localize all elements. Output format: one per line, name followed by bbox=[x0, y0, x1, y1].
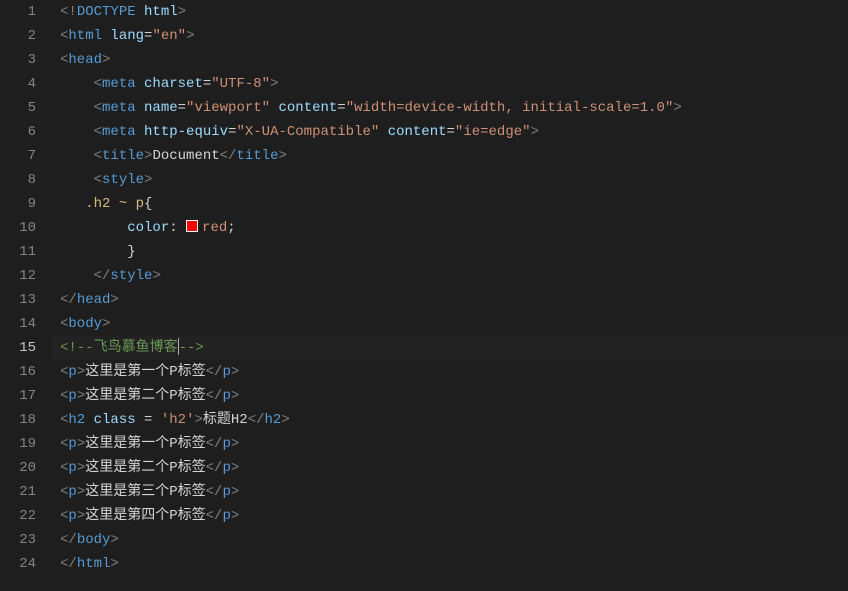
code-line[interactable]: .h2 ~ p{ bbox=[60, 192, 848, 216]
code-line[interactable]: <title>Document</title> bbox=[60, 144, 848, 168]
line-number: 21 bbox=[0, 480, 36, 504]
code-line[interactable]: <html lang="en"> bbox=[60, 24, 848, 48]
code-area[interactable]: <!DOCTYPE html> <html lang="en"> <head> … bbox=[52, 0, 848, 591]
code-line[interactable]: <meta http-equiv="X-UA-Compatible" conte… bbox=[60, 120, 848, 144]
code-line[interactable]: <body> bbox=[60, 312, 848, 336]
code-line[interactable]: </body> bbox=[60, 528, 848, 552]
code-line[interactable]: <style> bbox=[60, 168, 848, 192]
line-number: 19 bbox=[0, 432, 36, 456]
code-line[interactable]: <h2 class = 'h2'>标题H2</h2> bbox=[60, 408, 848, 432]
code-line[interactable]: <p>这里是第三个P标签</p> bbox=[60, 480, 848, 504]
line-number: 4 bbox=[0, 72, 36, 96]
line-number: 16 bbox=[0, 360, 36, 384]
line-number: 9 bbox=[0, 192, 36, 216]
code-line[interactable]: </style> bbox=[60, 264, 848, 288]
code-line[interactable]: <p>这里是第二个P标签</p> bbox=[60, 384, 848, 408]
code-editor[interactable]: 123456789101112131415161718192021222324 … bbox=[0, 0, 848, 591]
line-number: 13 bbox=[0, 288, 36, 312]
code-line[interactable]: color: red; bbox=[60, 216, 848, 240]
line-number: 23 bbox=[0, 528, 36, 552]
code-line[interactable]: } bbox=[60, 240, 848, 264]
line-number: 12 bbox=[0, 264, 36, 288]
code-line[interactable]: <meta name="viewport" content="width=dev… bbox=[60, 96, 848, 120]
line-number: 22 bbox=[0, 504, 36, 528]
line-number: 10 bbox=[0, 216, 36, 240]
line-number: 17 bbox=[0, 384, 36, 408]
text-cursor bbox=[178, 338, 179, 355]
line-number: 3 bbox=[0, 48, 36, 72]
code-line[interactable]: <p>这里是第一个P标签</p> bbox=[60, 360, 848, 384]
line-number: 8 bbox=[0, 168, 36, 192]
line-number: 15 bbox=[0, 336, 36, 360]
code-line[interactable]: </head> bbox=[60, 288, 848, 312]
code-line[interactable]: <p>这里是第四个P标签</p> bbox=[60, 504, 848, 528]
line-number: 20 bbox=[0, 456, 36, 480]
line-number: 14 bbox=[0, 312, 36, 336]
line-number: 1 bbox=[0, 0, 36, 24]
code-line[interactable]: </html> bbox=[60, 552, 848, 576]
line-number-gutter: 123456789101112131415161718192021222324 bbox=[0, 0, 52, 591]
code-line[interactable]: <head> bbox=[60, 48, 848, 72]
line-number: 6 bbox=[0, 120, 36, 144]
line-number: 7 bbox=[0, 144, 36, 168]
line-number: 5 bbox=[0, 96, 36, 120]
line-number: 11 bbox=[0, 240, 36, 264]
code-line[interactable]: <!DOCTYPE html> bbox=[60, 0, 848, 24]
line-number: 24 bbox=[0, 552, 36, 576]
code-line[interactable]: <p>这里是第二个P标签</p> bbox=[60, 456, 848, 480]
line-number: 2 bbox=[0, 24, 36, 48]
code-line[interactable]: <p>这里是第一个P标签</p> bbox=[60, 432, 848, 456]
code-line-current[interactable]: <!--飞鸟慕鱼博客--> bbox=[52, 336, 848, 360]
line-number: 18 bbox=[0, 408, 36, 432]
color-swatch-icon[interactable] bbox=[186, 220, 198, 232]
code-line[interactable]: <meta charset="UTF-8"> bbox=[60, 72, 848, 96]
